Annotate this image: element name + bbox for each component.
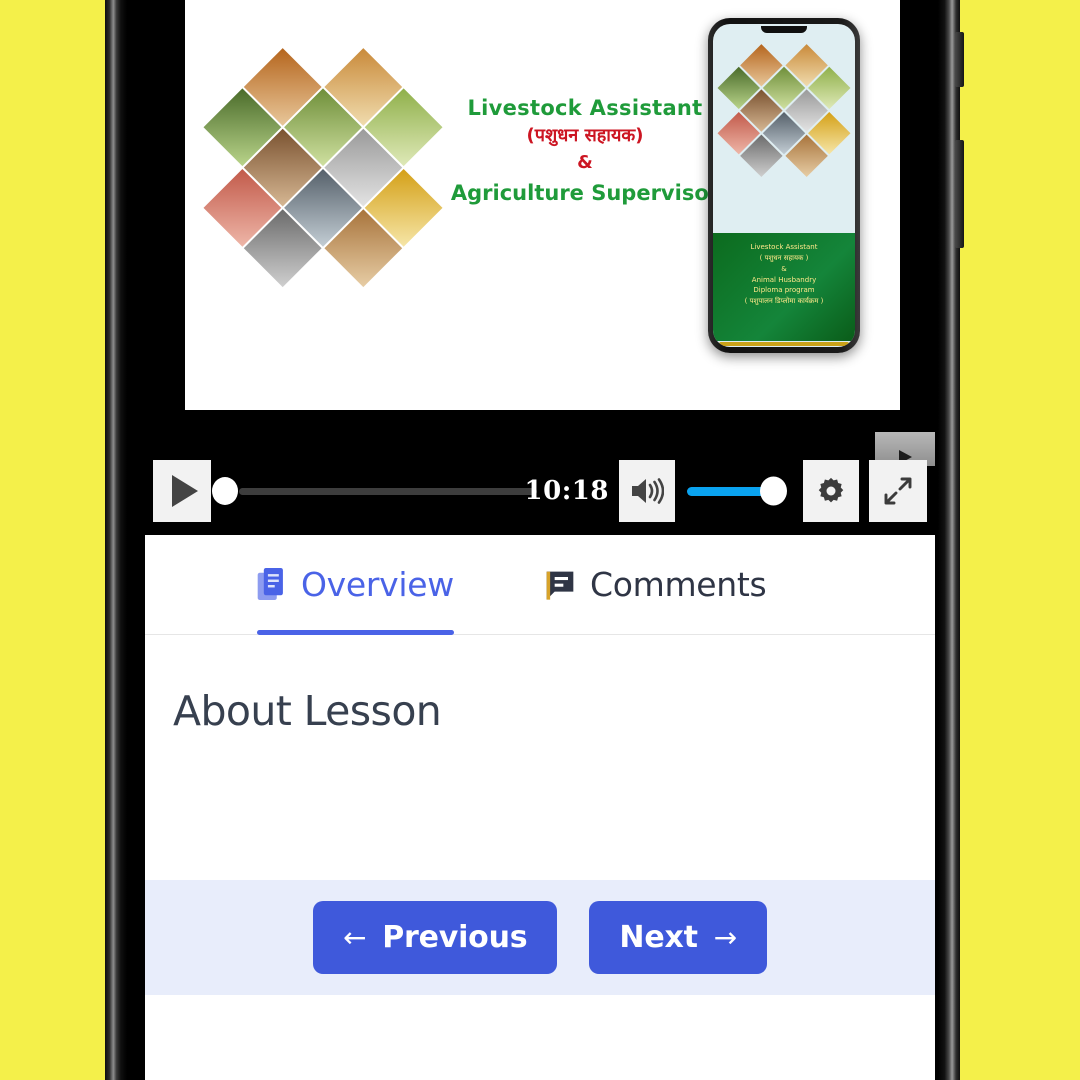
phone-left-rail (105, 0, 127, 1080)
slide-title-hindi: (पशुधन सहायक) (526, 125, 644, 147)
slide-subtitle-english: Agriculture Supervisor (450, 181, 720, 206)
play-button[interactable] (153, 460, 211, 522)
document-icon (257, 567, 283, 600)
volume-slider[interactable] (685, 460, 793, 522)
fullscreen-button[interactable] (869, 460, 927, 522)
play-icon (171, 475, 198, 507)
slide-title-ampersand: & (577, 151, 593, 173)
tab-overview-label: Overview (301, 565, 454, 604)
side-button-volume-up[interactable] (955, 32, 964, 87)
mockup-line-4: Animal Husbandry (751, 275, 817, 284)
video-player[interactable]: Livestock Assistant (पशुधन सहायक) & Agri… (145, 0, 935, 535)
fullscreen-expand-icon (884, 477, 912, 505)
volume-thumb[interactable] (760, 476, 787, 506)
video-controls-bar: 10:18 (145, 432, 935, 535)
lesson-tabs-bar: Overview Comments (145, 535, 935, 635)
slide-phone-accent-bar (719, 342, 849, 346)
next-button[interactable]: Next → (589, 901, 768, 974)
mockup-line-2: ( पशुधन सहायक ) (759, 253, 809, 262)
tab-active-underline (257, 630, 454, 635)
time-display: 10:18 (524, 476, 609, 506)
video-slide-frame: Livestock Assistant (पशुधन सहायक) & Agri… (185, 0, 900, 410)
slide-title-block: Livestock Assistant (पशुधन सहायक) & Agri… (435, 95, 735, 207)
arrow-left-icon: ← (342, 921, 367, 954)
video-progress-area[interactable]: 10:18 (211, 460, 609, 522)
slide-title-english: Livestock Assistant (467, 96, 703, 120)
comment-icon (546, 571, 574, 600)
phone-device-frame: Livestock Assistant (पशुधन सहायक) & Agri… (105, 0, 964, 1080)
tab-comments[interactable]: Comments (544, 535, 767, 634)
slide-phone-notch (761, 26, 807, 33)
previous-button[interactable]: ← Previous (312, 901, 558, 974)
phone-screen: Livestock Assistant (पशुधन सहायक) & Agri… (145, 0, 935, 1080)
tab-comments-label: Comments (589, 565, 767, 604)
volume-button[interactable] (619, 460, 675, 522)
previous-button-label: Previous (382, 920, 528, 955)
fullscreen-control-wrap (869, 432, 935, 522)
about-lesson-heading: About Lesson (173, 687, 442, 735)
slide-phone-mockup: Livestock Assistant ( पशुधन सहायक ) & An… (708, 18, 860, 353)
volume-track[interactable] (687, 486, 767, 496)
mockup-line-6: ( पशुपालन डिप्लोमा कार्यक्रम ) (744, 297, 824, 306)
next-button-label: Next (619, 920, 698, 955)
page-footer-area (145, 995, 935, 1080)
slide-phone-collage-image (713, 24, 855, 203)
tab-overview[interactable]: Overview (257, 535, 454, 635)
phone-right-rail (938, 0, 964, 1080)
mockup-line-5: Diploma program (753, 286, 815, 295)
arrow-right-icon: → (713, 921, 738, 954)
slide-phone-text-panel: Livestock Assistant ( पशुधन सहायक ) & An… (713, 233, 855, 341)
settings-button[interactable] (803, 460, 859, 522)
mockup-line-1: Livestock Assistant (750, 243, 818, 251)
volume-high-icon (632, 478, 664, 504)
progress-thumb[interactable] (212, 477, 238, 505)
lesson-navigation-bar: ← Previous Next → (145, 880, 935, 995)
gear-icon (818, 477, 844, 503)
progress-track[interactable] (239, 487, 537, 495)
about-lesson-section: About Lesson (145, 635, 935, 880)
slide-phone-inner-screen: Livestock Assistant ( पशुधन सहायक ) & An… (713, 24, 855, 347)
side-button-power[interactable] (955, 140, 964, 248)
mockup-line-3: & (781, 264, 787, 273)
